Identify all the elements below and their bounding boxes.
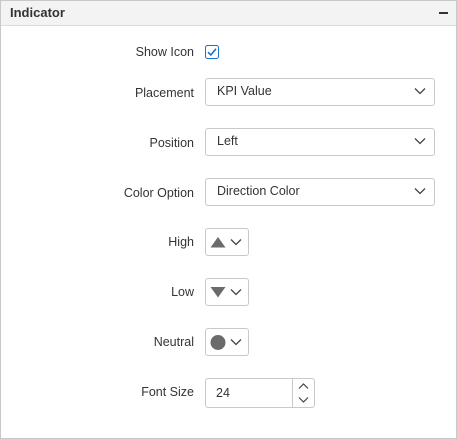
chevron-down-icon bbox=[230, 339, 242, 346]
indicator-panel: Indicator Show Icon Placement KPI Value … bbox=[0, 0, 457, 439]
high-label: High bbox=[168, 235, 194, 249]
chevron-down-icon bbox=[230, 289, 242, 296]
panel-title: Indicator bbox=[10, 5, 65, 20]
high-icon-picker[interactable] bbox=[205, 228, 249, 256]
chevron-down-icon bbox=[230, 239, 242, 246]
color-option-dropdown[interactable]: Direction Color bbox=[205, 178, 435, 206]
decrement-button[interactable] bbox=[293, 393, 314, 407]
placement-value: KPI Value bbox=[217, 84, 272, 98]
minus-icon[interactable] bbox=[433, 2, 453, 22]
panel-header[interactable]: Indicator bbox=[1, 1, 456, 26]
circle-icon bbox=[210, 335, 226, 350]
font-size-stepper bbox=[205, 378, 315, 408]
chevron-up-icon bbox=[298, 383, 309, 389]
neutral-label: Neutral bbox=[153, 335, 194, 349]
placement-label: Placement bbox=[134, 86, 194, 100]
chevron-down-icon bbox=[414, 188, 426, 195]
low-label: Low bbox=[171, 285, 194, 299]
show-icon-checkbox[interactable] bbox=[205, 45, 219, 59]
high-row: High bbox=[1, 227, 456, 257]
chevron-down-icon bbox=[414, 138, 426, 145]
neutral-icon-picker[interactable] bbox=[205, 328, 249, 356]
font-size-row: Font Size bbox=[1, 377, 456, 408]
placement-row: Placement KPI Value bbox=[1, 78, 456, 108]
increment-button[interactable] bbox=[293, 379, 314, 393]
low-row: Low bbox=[1, 277, 456, 307]
triangle-up-icon bbox=[210, 237, 226, 248]
color-option-value: Direction Color bbox=[217, 184, 300, 198]
placement-dropdown[interactable]: KPI Value bbox=[205, 78, 435, 106]
chevron-down-icon bbox=[414, 88, 426, 95]
show-icon-row: Show Icon bbox=[1, 37, 456, 67]
color-option-label: Color Option bbox=[123, 186, 194, 200]
color-option-row: Color Option Direction Color bbox=[1, 178, 456, 208]
position-row: Position Left bbox=[1, 128, 456, 158]
show-icon-label: Show Icon bbox=[135, 45, 194, 59]
font-size-label: Font Size bbox=[141, 385, 194, 399]
neutral-row: Neutral bbox=[1, 327, 456, 357]
font-size-input[interactable] bbox=[216, 385, 286, 401]
position-value: Left bbox=[217, 134, 238, 148]
position-dropdown[interactable]: Left bbox=[205, 128, 435, 156]
chevron-down-icon bbox=[298, 397, 309, 403]
low-icon-picker[interactable] bbox=[205, 278, 249, 306]
position-label: Position bbox=[149, 136, 194, 150]
triangle-down-icon bbox=[210, 287, 226, 298]
